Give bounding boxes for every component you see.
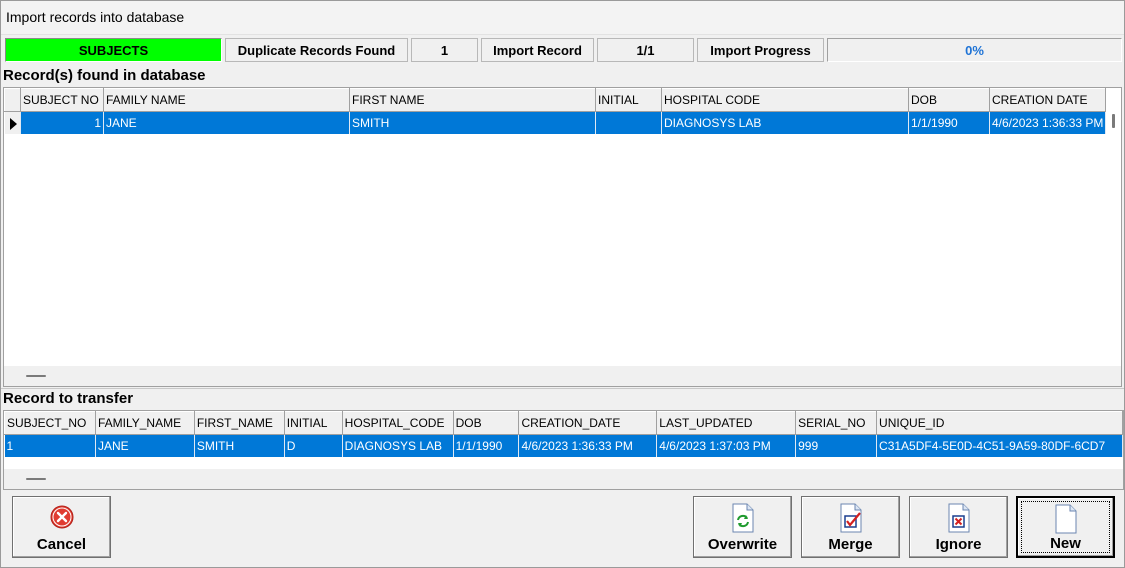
merge-button-label: Merge <box>828 536 873 553</box>
horizontal-scrollbar-track[interactable] <box>4 366 1104 386</box>
new-button[interactable]: New <box>1016 496 1115 558</box>
overwrite-button[interactable]: Overwrite <box>693 496 792 558</box>
cancel-button-label: Cancel <box>36 536 87 553</box>
table-row[interactable]: 1 JANE SMITH DIAGNOSYS LAB 1/1/1990 4/6/… <box>4 111 1107 134</box>
ignore-button[interactable]: Ignore <box>909 496 1008 558</box>
new-button-label: New <box>1050 535 1081 552</box>
found-grid-header: SUBJECT NO FAMILY NAME FIRST NAME INITIA… <box>4 88 1107 112</box>
ignore-icon <box>948 503 969 533</box>
merge-button[interactable]: Merge <box>801 496 900 558</box>
import-record-value: 1/1 <box>597 38 694 62</box>
scroll-corner <box>1104 366 1121 386</box>
col-subject-no[interactable]: SUBJECT_NO <box>4 411 96 435</box>
cell-hospital-code[interactable]: DIAGNOSYS LAB <box>342 434 454 457</box>
ignore-button-label: Ignore <box>935 536 982 553</box>
transfer-record-grid[interactable]: SUBJECT_NO FAMILY_NAME FIRST_NAME INITIA… <box>3 410 1124 490</box>
col-first-name[interactable]: FIRST_NAME <box>193 411 285 435</box>
import-record-label: Import Record <box>481 38 594 62</box>
import-progress-value: 0% <box>965 42 984 58</box>
cell-first-name[interactable]: SMITH <box>349 111 596 134</box>
merge-icon <box>840 503 861 533</box>
cancel-icon <box>50 505 73 529</box>
row-indicator[interactable] <box>4 111 21 134</box>
col-dob[interactable]: DOB <box>908 88 990 112</box>
table-row[interactable]: 1 JANE SMITH D DIAGNOSYS LAB 1/1/1990 4/… <box>4 434 1123 457</box>
cell-hospital-code[interactable]: DIAGNOSYS LAB <box>661 111 909 134</box>
transfer-grid-header: SUBJECT_NO FAMILY_NAME FIRST_NAME INITIA… <box>4 411 1123 435</box>
transfer-section-label: Record to transfer <box>3 390 134 407</box>
col-dob[interactable]: DOB <box>452 411 520 435</box>
horizontal-scrollbar[interactable] <box>26 478 46 480</box>
horizontal-scrollbar[interactable] <box>26 375 46 377</box>
title-bar: Import records into database <box>1 1 1124 35</box>
duplicate-records-label: Duplicate Records Found <box>225 38 408 62</box>
col-first-name[interactable]: FIRST NAME <box>349 88 596 112</box>
current-row-arrow-icon <box>9 117 17 130</box>
cell-creation-date[interactable]: 4/6/2023 1:36:33 PM <box>989 111 1107 134</box>
cell-family-name[interactable]: JANE <box>103 111 350 134</box>
cell-dob[interactable]: 1/1/1990 <box>453 434 520 457</box>
overwrite-button-label: Overwrite <box>707 536 778 553</box>
cell-dob[interactable]: 1/1/1990 <box>908 111 990 134</box>
cell-initial[interactable]: D <box>284 434 343 457</box>
col-last-updated[interactable]: LAST_UPDATED <box>656 411 797 435</box>
module-indicator: SUBJECTS <box>5 38 222 62</box>
found-section-label: Record(s) found in database <box>3 67 206 84</box>
col-hospital-code[interactable]: HOSPITAL CODE <box>661 88 909 112</box>
cell-subject-no[interactable]: 1 <box>4 434 96 457</box>
col-family-name[interactable]: FAMILY NAME <box>103 88 350 112</box>
col-family-name[interactable]: FAMILY_NAME <box>94 411 195 435</box>
col-creation-date[interactable]: CREATION DATE <box>988 88 1107 112</box>
cell-last-updated[interactable]: 4/6/2023 1:37:03 PM <box>656 434 797 457</box>
col-creation-date[interactable]: CREATION_DATE <box>518 411 658 435</box>
vertical-scrollbar[interactable] <box>1112 114 1115 128</box>
col-subject-no[interactable]: SUBJECT NO <box>20 88 104 112</box>
col-initial[interactable]: INITIAL <box>283 411 343 435</box>
col-serial-no[interactable]: SERIAL_NO <box>795 411 878 435</box>
col-unique-id[interactable]: UNIQUE_ID <box>876 411 1123 435</box>
col-initial[interactable]: INITIAL <box>595 88 662 112</box>
section-divider <box>1 388 1124 389</box>
horizontal-scrollbar-track[interactable] <box>4 469 1123 489</box>
overwrite-icon <box>732 503 753 533</box>
cell-unique-id[interactable]: C31A5DF4-5E0D-4C51-9A59-80DF-6CD7 <box>876 434 1123 457</box>
cell-family-name[interactable]: JANE <box>95 434 195 457</box>
cell-subject-no[interactable]: 1 <box>20 111 104 134</box>
import-progress-bar: 0% <box>827 38 1122 62</box>
row-indicator-header <box>4 88 21 112</box>
cancel-button[interactable]: Cancel <box>12 496 111 558</box>
cell-creation-date[interactable]: 4/6/2023 1:36:33 PM <box>518 434 658 457</box>
import-dialog: Import records into database SUBJECTS Du… <box>0 0 1125 568</box>
cell-first-name[interactable]: SMITH <box>194 434 285 457</box>
col-hospital-code[interactable]: HOSPITAL_CODE <box>341 411 454 435</box>
found-records-grid[interactable]: SUBJECT NO FAMILY NAME FIRST NAME INITIA… <box>3 87 1122 387</box>
cell-serial-no[interactable]: 999 <box>795 434 878 457</box>
window-title: Import records into database <box>6 9 185 25</box>
import-progress-label: Import Progress <box>697 38 824 62</box>
duplicate-records-count: 1 <box>411 38 478 62</box>
new-document-icon <box>1055 504 1076 534</box>
cell-initial[interactable] <box>595 111 662 134</box>
